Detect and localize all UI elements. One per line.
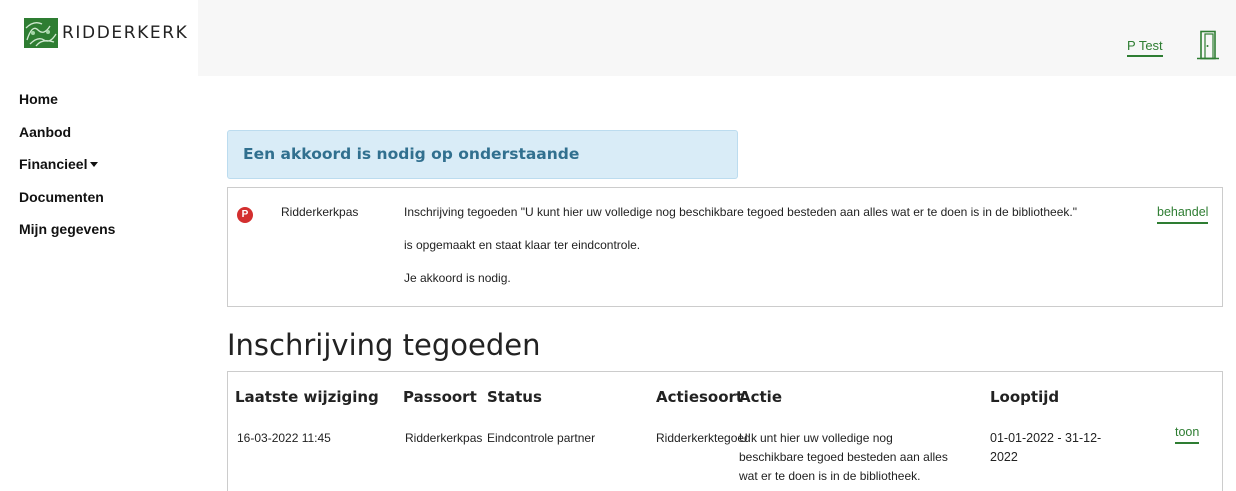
cell-action: U k unt hier uw volledige nog beschikbar… <box>739 429 975 486</box>
col-header-changed: Laatste wijziging <box>235 388 379 406</box>
notice-line-2: is opgemaakt en staat klaar ter eindcont… <box>404 238 641 252</box>
col-header-pass: Passoort <box>403 388 477 406</box>
nav-item-home[interactable]: Home <box>19 88 115 110</box>
top-bar <box>198 0 1236 76</box>
approval-alert: Een akkoord is nodig op onderstaande ins… <box>227 130 738 210</box>
nav-label: Mijn gegevens <box>19 221 116 237</box>
cell-duration-line-2: 2022 <box>990 450 1018 464</box>
cell-duration-line-1: 01-01-2022 - 31-12- <box>990 431 1102 445</box>
cell-action-overlap: U k <box>739 431 757 445</box>
sidebar-nav: Home Aanbod Financieel Documenten Mijn g… <box>19 88 115 251</box>
cell-status: Eindcontrole partner <box>487 431 596 445</box>
notice-card: P Ridderkerkpas Inschrijving tegoeden "U… <box>227 187 1223 307</box>
logout-door-icon[interactable] <box>1196 30 1220 60</box>
nav-item-aanbod[interactable]: Aanbod <box>19 121 115 143</box>
cell-kind: Ridderkerktegoed <box>656 431 751 445</box>
notice-line-1: Inschrijving tegoeden "U kunt hier uw vo… <box>404 205 1077 219</box>
brand-logo[interactable]: RIDDERKERK <box>24 18 188 48</box>
nav-item-documenten[interactable]: Documenten <box>19 186 115 208</box>
nav-label: Financieel <box>19 156 88 172</box>
col-header-status: Status <box>487 388 542 406</box>
cell-action-line-2: beschikbare tegoed besteden aan alles <box>739 450 948 464</box>
nav-label: Aanbod <box>19 123 72 140</box>
page-title: Inschrijving tegoeden <box>227 328 541 362</box>
behandel-link[interactable]: behandel <box>1157 205 1209 224</box>
col-header-action: Actie <box>739 388 782 406</box>
nav-item-financieel[interactable]: Financieel <box>19 153 115 175</box>
logo-emblem-icon <box>24 18 58 48</box>
pass-badge-icon: P <box>237 207 253 223</box>
notice-line-3: Je akkoord is nodig. <box>404 271 511 285</box>
col-header-duration: Looptijd <box>990 388 1060 406</box>
nav-item-mijn-gegevens[interactable]: Mijn gegevens <box>19 218 115 240</box>
col-header-kind: Actiesoort <box>656 388 744 406</box>
cell-pass: Ridderkerkpas <box>405 431 483 445</box>
notice-source: Ridderkerkpas <box>281 205 359 219</box>
user-profile-link[interactable]: P Test <box>1127 38 1163 57</box>
caret-down-icon <box>90 162 99 167</box>
registrations-table: Laatste wijziging Passoort Status Acties… <box>227 371 1223 491</box>
cell-action-line-3: wat er te doen is in de bibliotheek. <box>739 469 921 483</box>
cell-duration: 01-01-2022 - 31-12- 2022 <box>990 429 1140 467</box>
cell-action-line-1: unt hier uw volledige nog <box>760 431 893 445</box>
toon-link[interactable]: toon <box>1175 425 1200 444</box>
nav-label: Documenten <box>19 188 104 205</box>
nav-label: Home <box>19 91 58 107</box>
cell-changed: 16-03-2022 11:45 <box>237 431 331 445</box>
logo-text: RIDDERKERK <box>62 23 189 43</box>
